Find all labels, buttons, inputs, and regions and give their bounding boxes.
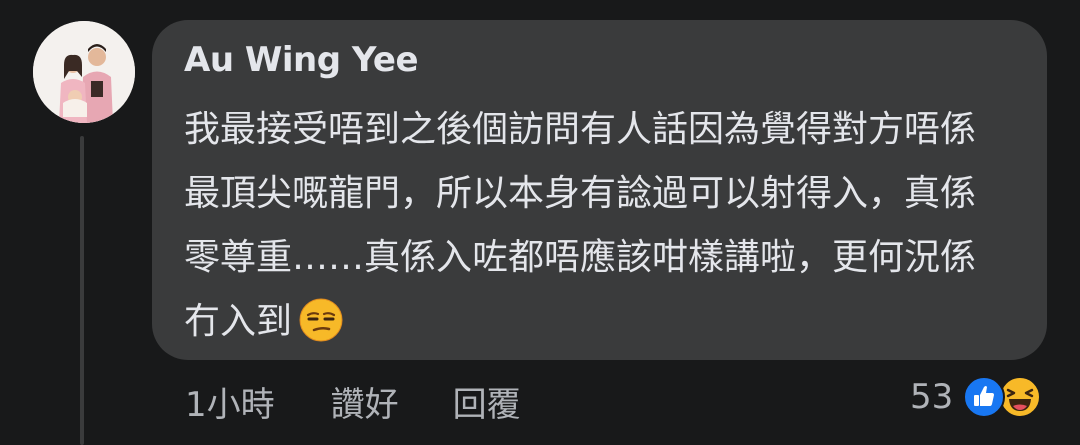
- reaction-count: 53: [910, 377, 954, 417]
- avatar[interactable]: [33, 21, 135, 123]
- like-button[interactable]: 讚好: [331, 383, 399, 427]
- thread-line: [80, 136, 84, 445]
- haha-icon: [999, 376, 1042, 418]
- avatar-photo: [33, 21, 135, 123]
- comment-author[interactable]: Au Wing Yee: [184, 38, 419, 82]
- comment-body: 我最接受唔到之後個訪問有人話因為覺得對方唔係最頂尖嘅龍門，所以本身有諗過可以射得…: [184, 98, 1004, 354]
- comment-timestamp[interactable]: 1小時: [185, 383, 275, 427]
- comment-bubble: Au Wing Yee 我最接受唔到之後個訪問有人話因為覺得對方唔係最頂尖嘅龍門…: [152, 20, 1047, 360]
- reaction-summary[interactable]: 53: [910, 372, 1042, 422]
- comment-actions: 1小時 讚好 回覆: [185, 383, 521, 427]
- unamused-face-icon: [299, 298, 343, 342]
- reply-button[interactable]: 回覆: [453, 383, 521, 427]
- like-icon: [963, 376, 1006, 418]
